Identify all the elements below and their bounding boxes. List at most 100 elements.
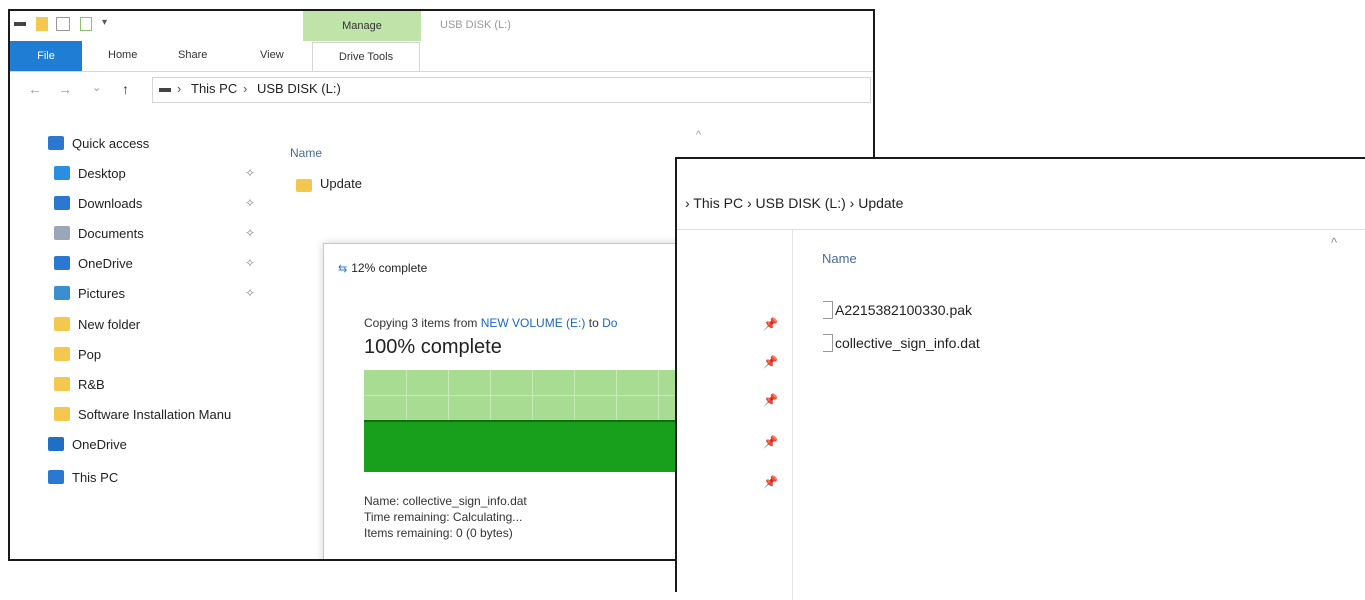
pin-icon[interactable]: ✧	[245, 166, 255, 180]
properties-icon[interactable]	[56, 17, 70, 31]
tab-view[interactable]: View	[260, 49, 284, 61]
new-folder-icon[interactable]	[80, 17, 92, 31]
nav-item-label: R&B	[78, 377, 105, 392]
picture-icon	[54, 286, 70, 300]
nav-item[interactable]: OneDrive ✧	[10, 251, 280, 279]
pin-icon[interactable]: ✧	[245, 256, 255, 270]
up-arrow-icon[interactable]: ↑	[122, 81, 129, 97]
copy-progress-dialog: ⇆ 12% complete Copying 3 items from NEW V…	[323, 243, 705, 559]
download-icon	[54, 196, 70, 210]
cloud-icon	[48, 437, 64, 451]
customize-quick-access-button[interactable]: ▾	[102, 17, 107, 28]
tab-drive-tools[interactable]: Drive Tools	[312, 42, 420, 71]
manage-tab[interactable]: Manage	[303, 11, 421, 41]
file-name: collective_sign_info.dat	[835, 335, 980, 351]
nav-item[interactable]: This PC	[10, 465, 280, 493]
star-icon	[48, 136, 64, 150]
quick-access-toolbar: ▾ Manage USB DISK (L:)	[10, 11, 873, 41]
destination-link[interactable]: Do	[602, 316, 617, 330]
file-icon	[823, 301, 833, 319]
pin-icon[interactable]: ✧	[245, 286, 255, 300]
nav-item[interactable]: Pop	[10, 342, 280, 370]
desktop-icon	[54, 166, 70, 180]
file-name-line: Name: collective_sign_info.dat	[364, 494, 527, 508]
file-icon	[823, 334, 833, 352]
pin-icon[interactable]: ✧	[245, 226, 255, 240]
nav-item-label: OneDrive	[78, 256, 133, 271]
pin-icon[interactable]: 📌	[763, 475, 778, 489]
list-item-file[interactable]: collective_sign_info.dat	[823, 334, 980, 352]
forward-arrow-icon[interactable]: →	[58, 81, 72, 97]
pane-divider[interactable]	[792, 230, 793, 600]
tab-home[interactable]: Home	[108, 49, 137, 61]
items-remaining-line: Items remaining: 0 (0 bytes)	[364, 526, 513, 540]
copy-to-text: to	[588, 316, 599, 330]
nav-item[interactable]: Quick access	[10, 131, 280, 159]
breadcrumb-separator: ›	[243, 81, 248, 96]
tab-file[interactable]: File	[10, 41, 82, 71]
folder-icon	[296, 179, 312, 192]
nav-item-label: New folder	[78, 317, 141, 332]
divider	[677, 229, 1365, 230]
pin-icon[interactable]: 📌	[763, 317, 778, 331]
nav-item-label: Desktop	[78, 166, 126, 181]
source-link[interactable]: NEW VOLUME (E:)	[481, 316, 586, 330]
copy-prefix: Copying 3 items from	[364, 316, 478, 330]
ribbon-tabs: File Home Share View Drive Tools	[10, 41, 873, 72]
nav-item-label: This PC	[72, 470, 119, 485]
breadcrumb-separator: ›	[177, 81, 182, 96]
nav-item[interactable]: R&B	[10, 372, 280, 400]
breadcrumb-usb-disk[interactable]: USB DISK (L:)	[257, 81, 341, 96]
percent-complete: 100% complete	[364, 336, 502, 358]
pin-icon[interactable]: 📌	[763, 435, 778, 449]
nav-item[interactable]: New folder	[10, 312, 280, 340]
nav-item-label: OneDrive	[72, 437, 127, 452]
nav-item[interactable]: Documents ✧	[10, 221, 280, 249]
document-icon	[54, 226, 70, 240]
nav-item-label: Quick access	[72, 136, 150, 151]
nav-item[interactable]: Desktop ✧	[10, 161, 280, 189]
time-remaining-line: Time remaining: Calculating...	[364, 510, 523, 524]
list-item-folder[interactable]: Update	[296, 176, 362, 192]
folder-icon	[54, 347, 70, 361]
breadcrumb-this-pc[interactable]: This PC	[191, 81, 237, 96]
dialog-title: ⇆ 12% complete	[338, 261, 427, 275]
folder-icon[interactable]	[36, 17, 48, 31]
drive-icon	[14, 22, 26, 26]
speed-line	[364, 420, 704, 422]
recent-locations-icon[interactable]: ⌄	[92, 81, 101, 94]
nav-item-label: Documents	[78, 226, 144, 241]
nav-item-label: Pop	[78, 347, 102, 362]
dialog-title-text: 12% complete	[351, 261, 428, 275]
address-bar[interactable]: › This PC › USB DISK (L:)	[152, 77, 871, 103]
nav-item[interactable]: Software Installation Manu	[10, 402, 280, 430]
list-item-file[interactable]: A2215382100330.pak	[823, 301, 973, 319]
column-header-name[interactable]: Name	[290, 146, 322, 160]
nav-item-label: Downloads	[78, 196, 143, 211]
folder-icon	[54, 317, 70, 331]
nav-item-label: Pictures	[78, 286, 125, 301]
column-header-name[interactable]: Name	[822, 251, 857, 266]
tab-share[interactable]: Share	[178, 49, 207, 61]
folder-name: Update	[320, 176, 362, 191]
transfer-speed-graph	[364, 370, 704, 472]
pin-icon[interactable]: 📌	[763, 355, 778, 369]
explorer-window-update: › This PC › USB DISK (L:) › Update Name …	[675, 157, 1365, 600]
file-name: A2215382100330.pak	[835, 302, 973, 318]
address-bar[interactable]: › This PC › USB DISK (L:) › Update	[685, 195, 903, 211]
address-row: ← → ⌄ ↑ › This PC › USB DISK (L:)	[10, 71, 873, 107]
sort-up-icon: ^	[1331, 235, 1338, 250]
pin-icon[interactable]: ✧	[245, 196, 255, 210]
nav-item-label: Software Installation Manu	[78, 407, 232, 422]
folder-icon	[54, 377, 70, 391]
pc-icon	[48, 470, 64, 484]
nav-item[interactable]: Pictures ✧	[10, 281, 280, 309]
nav-item[interactable]: OneDrive	[10, 432, 280, 460]
sort-up-icon: ^	[696, 129, 702, 141]
back-arrow-icon[interactable]: ←	[28, 81, 42, 97]
folder-icon	[54, 407, 70, 421]
nav-item[interactable]: Downloads ✧	[10, 191, 280, 219]
pc-drive-icon	[159, 88, 171, 92]
pin-icon[interactable]: 📌	[763, 393, 778, 407]
window-title: USB DISK (L:)	[440, 19, 511, 31]
